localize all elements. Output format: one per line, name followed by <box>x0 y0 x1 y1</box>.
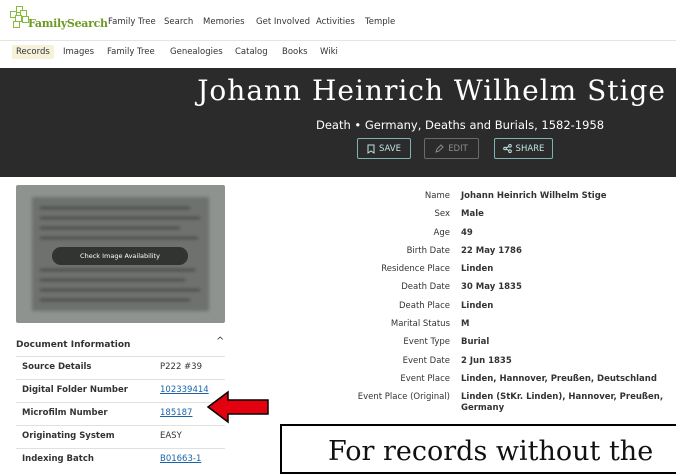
detail-value: 2 Jun 1835 <box>461 355 512 366</box>
subnav-books[interactable]: Books <box>282 47 308 57</box>
brand-name: FamilySearch <box>28 17 108 30</box>
table-row: Indexing Batch B01663-1 <box>16 448 225 471</box>
annotation-callout-box: For records without the <box>280 424 676 474</box>
detail-label: Event Type <box>403 337 450 348</box>
nav-search[interactable]: Search <box>164 17 193 27</box>
table-row: Source Details P222 #39 <box>16 356 225 379</box>
subnav-catalog[interactable]: Catalog <box>235 47 268 57</box>
save-label: SAVE <box>378 143 401 154</box>
nav-family-tree[interactable]: Family Tree <box>108 17 156 27</box>
row-label: Microfilm Number <box>22 408 108 418</box>
subnav-family-tree[interactable]: Family Tree <box>107 47 155 57</box>
detail-row: Event Date 2 Jun 1835 <box>300 353 676 371</box>
detail-label: Event Date <box>402 355 450 366</box>
detail-row: Birth Date 22 May 1786 <box>300 243 676 261</box>
check-image-availability-button[interactable]: Check Image Availability <box>52 247 188 265</box>
detail-row: Sex Male <box>300 206 676 224</box>
detail-value: Johann Heinrich Wilhelm Stige <box>461 191 607 201</box>
save-button[interactable]: SAVE <box>357 138 411 159</box>
detail-label: Death Date <box>401 282 450 293</box>
detail-value: Linden (StKr. Linden), Hannover, Preußen… <box>461 392 664 414</box>
detail-value: Linden, Hannover, Preußen, Deutschland <box>461 373 657 384</box>
detail-label: Sex <box>434 209 450 220</box>
tree-logo-icon <box>10 6 30 32</box>
detail-row: Event Place Linden, Hannover, Preußen, De… <box>300 371 676 389</box>
familysearch-logo[interactable]: FamilySearch <box>10 6 108 34</box>
detail-value: Linden <box>461 264 494 275</box>
detail-row: Death Place Linden <box>300 298 676 316</box>
subnav-wiki[interactable]: Wiki <box>320 47 338 57</box>
detail-label: Marital Status <box>390 319 450 330</box>
table-row: Originating System EASY <box>16 425 225 448</box>
detail-row: Event Place (Original) Linden (StKr. Lind… <box>300 389 676 419</box>
detail-label: Residence Place <box>381 264 450 275</box>
record-image-thumbnail[interactable]: Check Image Availability <box>16 185 225 323</box>
record-collection-title: Death • Germany, Deaths and Burials, 158… <box>316 118 605 132</box>
collapse-caret-icon[interactable]: ^ <box>216 336 224 347</box>
nav-activities[interactable]: Activities <box>316 17 355 27</box>
detail-row: Marital Status M <box>300 316 676 334</box>
document-information-heading: Document Information <box>16 340 131 350</box>
detail-value: Linden <box>461 300 494 311</box>
detail-label: Name <box>424 191 450 201</box>
detail-label: Age <box>433 227 450 238</box>
red-arrow-annotation-icon <box>206 390 269 424</box>
record-details-table: Name Johann Heinrich Wilhelm Stige Sex Mal… <box>300 188 676 419</box>
detail-value: 22 May 1786 <box>461 245 522 256</box>
top-navigation: FamilySearch Family Tree Search Memories… <box>0 0 676 41</box>
subnav-genealogies[interactable]: Genealogies <box>170 47 223 57</box>
detail-value: Male <box>461 209 484 220</box>
row-value: P222 #39 <box>160 362 202 372</box>
row-value: EASY <box>160 431 182 441</box>
nav-memories[interactable]: Memories <box>203 17 245 27</box>
detail-label: Birth Date <box>406 245 450 256</box>
row-label: Indexing Batch <box>22 454 94 464</box>
detail-row: Residence Place Linden <box>300 261 676 279</box>
detail-row: Name Johann Heinrich Wilhelm Stige <box>300 188 676 206</box>
pencil-icon <box>435 144 444 153</box>
detail-label: Event Place <box>400 373 450 384</box>
table-row: Digital Folder Number 102339414 <box>16 379 225 402</box>
row-label: Source Details <box>22 362 92 372</box>
bookmark-icon <box>367 144 375 154</box>
indexing-batch-link[interactable]: B01663-1 <box>160 454 201 464</box>
document-information-table: Source Details P222 #39 Digital Folder N… <box>16 356 225 471</box>
callout-text: For records without the <box>328 436 654 467</box>
detail-value: M <box>461 319 470 330</box>
detail-label: Death Place <box>398 300 450 311</box>
detail-row: Death Date 30 May 1835 <box>300 279 676 297</box>
detail-row: Age 49 <box>300 225 676 243</box>
detail-value: 49 <box>461 227 473 238</box>
table-row: Microfilm Number 185187 <box>16 402 225 425</box>
digital-folder-link[interactable]: 102339414 <box>160 385 209 395</box>
row-label: Digital Folder Number <box>22 385 128 395</box>
edit-button[interactable]: EDIT <box>424 138 479 159</box>
nav-temple[interactable]: Temple <box>365 17 395 27</box>
microfilm-number-link[interactable]: 185187 <box>160 408 192 418</box>
record-header: Johann Heinrich Wilhelm Stige Death • Ge… <box>0 68 676 177</box>
share-button[interactable]: SHARE <box>494 138 553 159</box>
subnav-images[interactable]: Images <box>63 47 94 57</box>
detail-row: Event Type Burial <box>300 334 676 352</box>
record-person-name: Johann Heinrich Wilhelm Stige <box>197 74 666 107</box>
detail-value: Burial <box>461 337 490 348</box>
row-label: Originating System <box>22 431 115 441</box>
detail-value: 30 May 1835 <box>461 282 522 293</box>
detail-label: Event Place (Original) <box>357 392 450 403</box>
subnav-records[interactable]: Records <box>12 45 54 59</box>
sub-navigation: Records Images Family Tree Genealogies C… <box>0 41 676 65</box>
nav-get-involved[interactable]: Get Involved <box>256 17 310 27</box>
share-icon <box>502 144 512 153</box>
share-label: SHARE <box>515 143 545 154</box>
edit-label: EDIT <box>448 143 468 154</box>
